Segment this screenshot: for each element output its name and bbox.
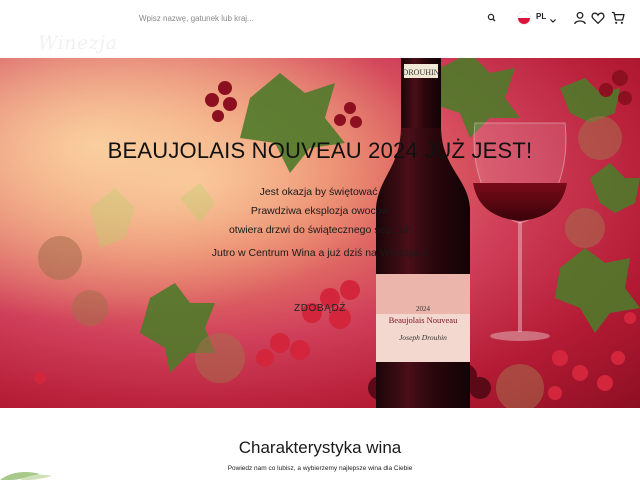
- bottle-name: Beaujolais Nouveau: [389, 315, 458, 325]
- hero-text-line-3: otwiera drzwi do świątecznego sezonu!: [228, 224, 412, 236]
- leaf-decoration: [0, 472, 52, 480]
- section-title: Charakterystyka wina: [238, 438, 402, 457]
- hero-cta-button[interactable]: ZDOBĄDŹ: [272, 298, 368, 320]
- search-bar: [130, 6, 504, 30]
- logo[interactable]: Winezja: [16, 14, 117, 54]
- bottle-brand: DROUHIN: [403, 68, 440, 77]
- hero-banner[interactable]: DROUHIN 2024 Beaujolais Nouveau Joseph D…: [0, 58, 640, 408]
- heart-icon[interactable]: [591, 11, 605, 25]
- user-icon[interactable]: [573, 11, 587, 25]
- hero-text-line-1: Jest okazja by świętować.: [259, 186, 381, 198]
- hero-text-line-4: Jutro w Centrum Wina a już dziś na Winez…: [211, 247, 429, 259]
- site-header: Winezja PL: [0, 0, 640, 58]
- bottle-vintage: 2024: [416, 305, 431, 313]
- language-selector[interactable]: PL: [515, 9, 559, 27]
- section-subtitle: Powiedz nam co lubisz, a wybierzemy najl…: [227, 465, 413, 472]
- poland-flag-icon: [517, 11, 531, 25]
- bottle-producer: Joseph Drouhin: [399, 333, 447, 342]
- search-input[interactable]: [130, 6, 476, 30]
- language-label: PL: [536, 12, 547, 21]
- cart-icon[interactable]: [611, 11, 625, 25]
- hero-text-line-2: Prawdziwa eksplozja owoców: [250, 205, 390, 217]
- search-icon[interactable]: [484, 10, 500, 26]
- hero-title: BEAUJOLAIS NOUVEAU 2024 JUŻ JEST!: [107, 138, 533, 163]
- chevron-down-icon: [549, 12, 557, 23]
- logo-text: Winezja: [38, 32, 118, 54]
